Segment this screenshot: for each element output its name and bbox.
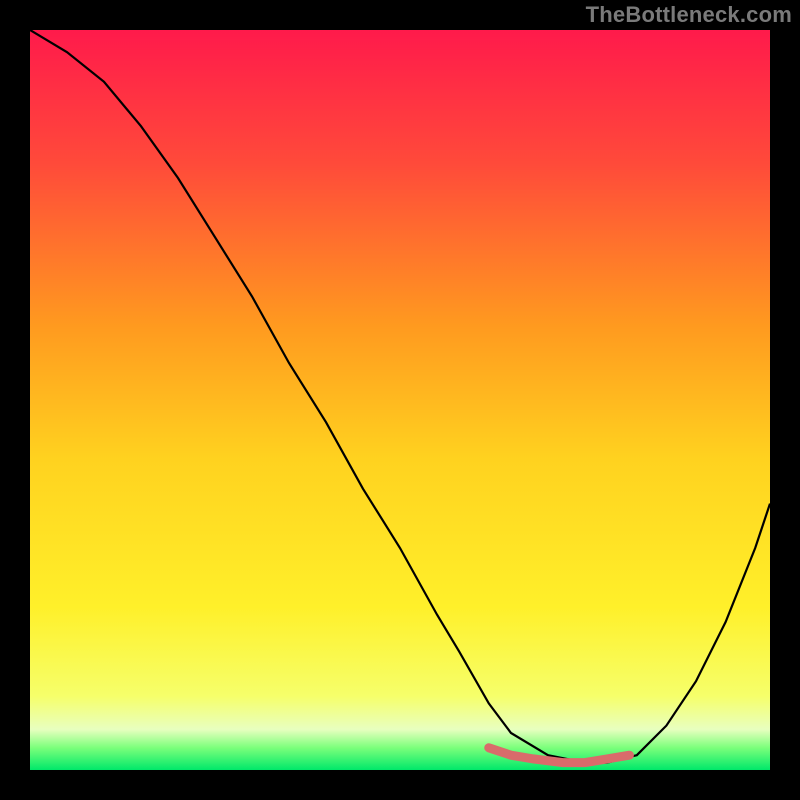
gradient-background [30, 30, 770, 770]
bottleneck-chart [30, 30, 770, 770]
watermark-text: TheBottleneck.com [586, 2, 792, 28]
chart-frame: TheBottleneck.com [0, 0, 800, 800]
